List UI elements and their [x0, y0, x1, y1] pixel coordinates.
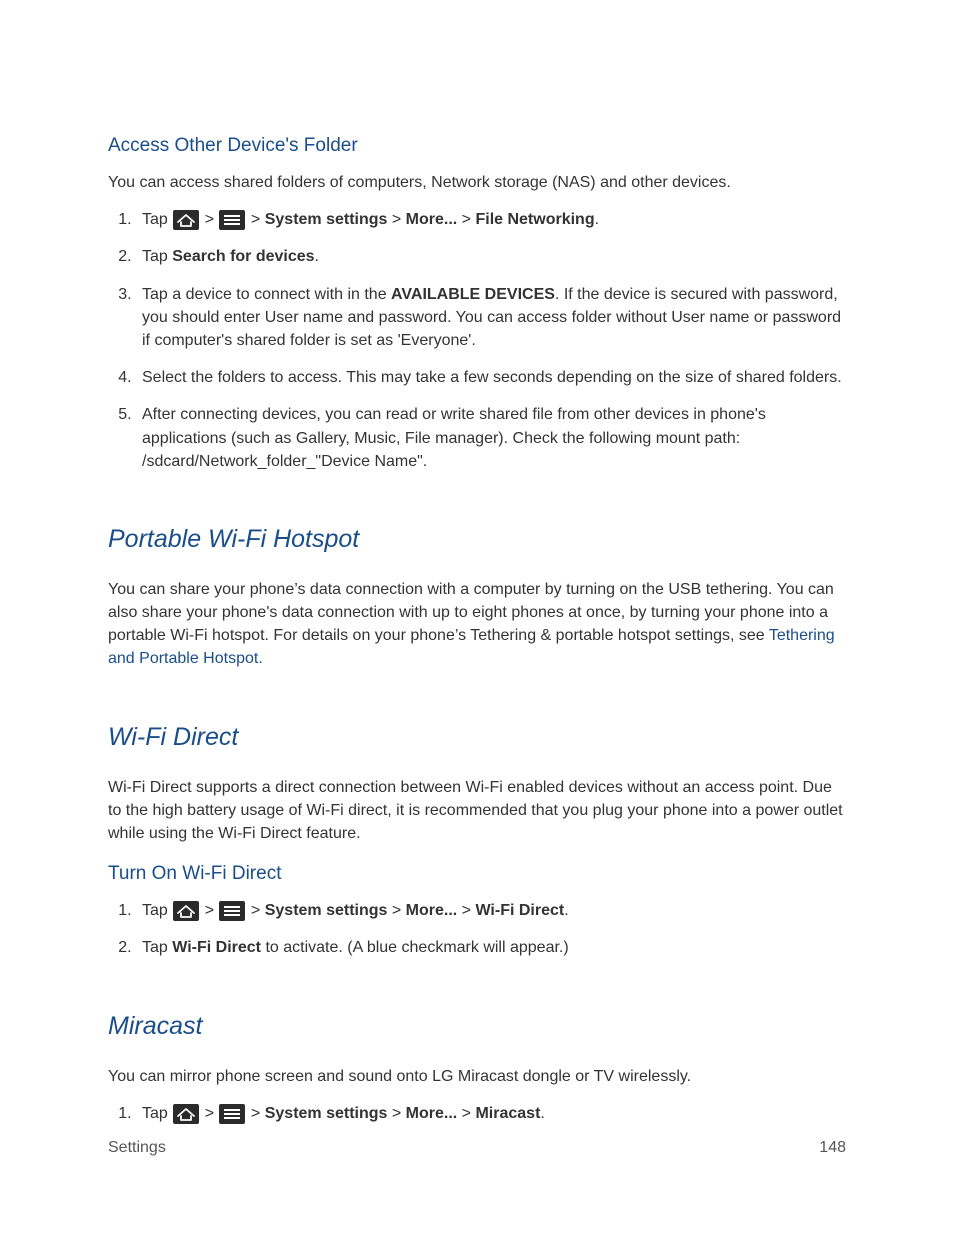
bold-text: Search for devices [172, 248, 314, 265]
bold-text: Wi-Fi Direct [172, 939, 261, 956]
bold-text: System settings [265, 1105, 388, 1122]
text: > [200, 211, 218, 228]
paragraph: You can mirror phone screen and sound on… [108, 1065, 846, 1088]
text: > [246, 211, 264, 228]
list-item: Tap > > System settings > More... > File… [136, 208, 846, 231]
text: > [387, 1105, 405, 1122]
heading-wifi-direct: Wi-Fi Direct [108, 723, 846, 752]
text: Tap [142, 939, 172, 956]
text: > [200, 1105, 218, 1122]
menu-icon [219, 1104, 245, 1124]
text: Tap [142, 1105, 172, 1122]
home-icon [173, 210, 199, 230]
bold-text: More... [406, 902, 458, 919]
ordered-list: Tap > > System settings > More... > Wi-F… [108, 899, 846, 959]
bold-text: More... [406, 1105, 458, 1122]
text: . [540, 1105, 544, 1122]
text: > [457, 1105, 475, 1122]
text: > [457, 211, 475, 228]
text: > [387, 211, 405, 228]
text: Tap a device to connect with in the [142, 286, 391, 303]
menu-icon [219, 901, 245, 921]
bold-text: File Networking [475, 211, 594, 228]
footer-section-name: Settings [108, 1139, 166, 1157]
heading-turn-on-wifi-direct: Turn On Wi-Fi Direct [108, 863, 846, 885]
home-icon [173, 1104, 199, 1124]
text: to activate. (A blue checkmark will appe… [261, 939, 569, 956]
list-item: After connecting devices, you can read o… [136, 403, 846, 473]
text: Tap [142, 248, 172, 265]
ordered-list: Tap > > System settings > More... > Mira… [108, 1102, 846, 1125]
heading-portable-hotspot: Portable Wi-Fi Hotspot [108, 525, 846, 554]
text: . [595, 211, 599, 228]
bold-text: Miracast [475, 1105, 540, 1122]
document-page: Access Other Device's Folder You can acc… [0, 0, 954, 1235]
footer-page-number: 148 [819, 1139, 846, 1157]
list-item: Tap Search for devices. [136, 245, 846, 268]
text: > [457, 902, 475, 919]
heading-access-folder: Access Other Device's Folder [108, 135, 846, 157]
bold-text: Wi-Fi Direct [475, 902, 564, 919]
home-icon [173, 901, 199, 921]
text: You can share your phone’s data connecti… [108, 581, 834, 644]
text: . [315, 248, 319, 265]
list-item: Tap a device to connect with in the AVAI… [136, 283, 846, 353]
text: > [387, 902, 405, 919]
paragraph: You can share your phone’s data connecti… [108, 578, 846, 671]
bold-text: More... [406, 211, 458, 228]
text: . [564, 902, 568, 919]
text: > [246, 902, 264, 919]
list-item: Select the folders to access. This may t… [136, 366, 846, 389]
list-item: Tap > > System settings > More... > Wi-F… [136, 899, 846, 922]
paragraph: You can access shared folders of compute… [108, 171, 846, 194]
text: > [200, 902, 218, 919]
text: Tap [142, 902, 172, 919]
text: > [246, 1105, 264, 1122]
list-item: Tap Wi-Fi Direct to activate. (A blue ch… [136, 936, 846, 959]
bold-text: AVAILABLE DEVICES [391, 286, 555, 303]
page-footer: Settings 148 [108, 1139, 846, 1157]
bold-text: System settings [265, 211, 388, 228]
list-item: Tap > > System settings > More... > Mira… [136, 1102, 846, 1125]
bold-text: System settings [265, 902, 388, 919]
ordered-list: Tap > > System settings > More... > File… [108, 208, 846, 473]
paragraph: Wi-Fi Direct supports a direct connectio… [108, 776, 846, 846]
text: Tap [142, 211, 172, 228]
menu-icon [219, 210, 245, 230]
heading-miracast: Miracast [108, 1012, 846, 1041]
